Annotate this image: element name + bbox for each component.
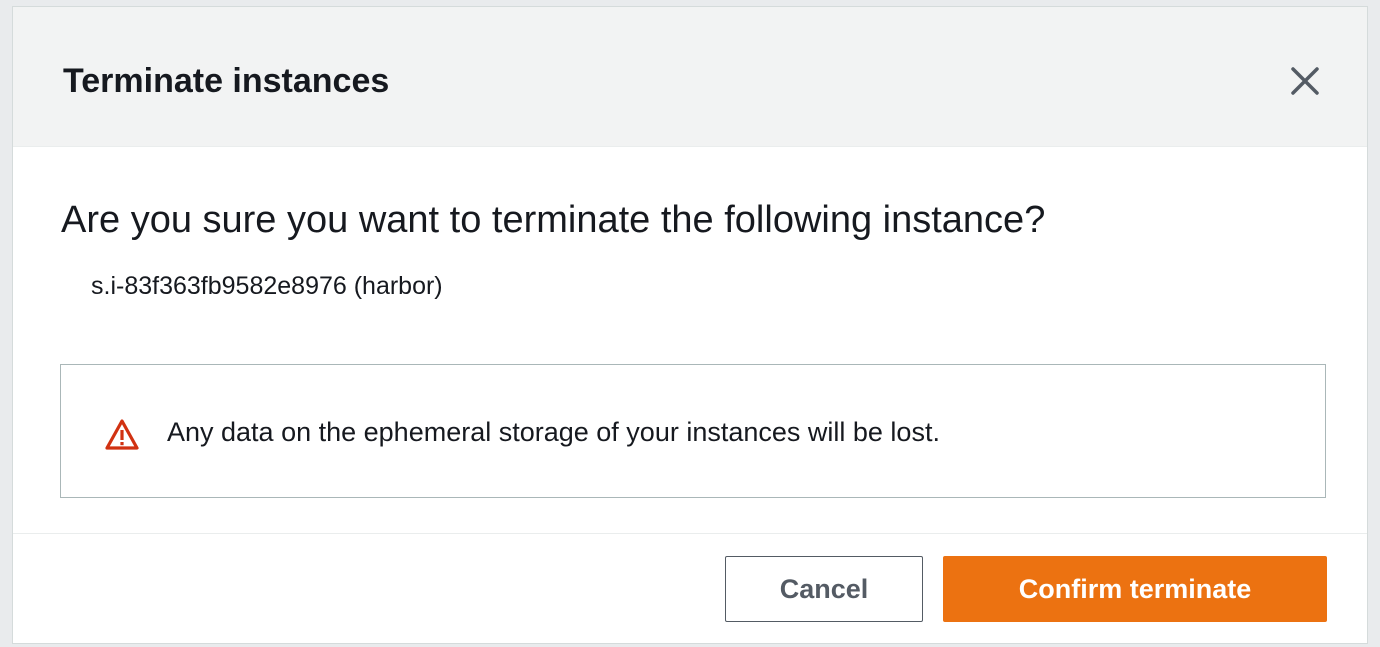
warning-icon [105,419,139,450]
terminate-instances-dialog: Terminate instances Are you sure you wan… [12,6,1368,644]
warning-alert: Any data on the ephemeral storage of you… [60,364,1326,498]
dialog-footer: Cancel Confirm terminate [13,533,1367,645]
cancel-button[interactable]: Cancel [725,556,923,622]
close-button[interactable] [1285,61,1325,101]
close-icon [1291,67,1319,95]
warning-message: Any data on the ephemeral storage of you… [167,417,940,447]
confirm-terminate-button[interactable]: Confirm terminate [943,556,1327,622]
dialog-body: Are you sure you want to terminate the f… [13,147,1367,532]
dialog-title: Terminate instances [63,62,390,100]
confirmation-question: Are you sure you want to terminate the f… [61,199,1046,241]
instance-identifier: s.i-83f363fb9582e8976 (harbor) [91,272,443,300]
dialog-header: Terminate instances [13,7,1367,147]
